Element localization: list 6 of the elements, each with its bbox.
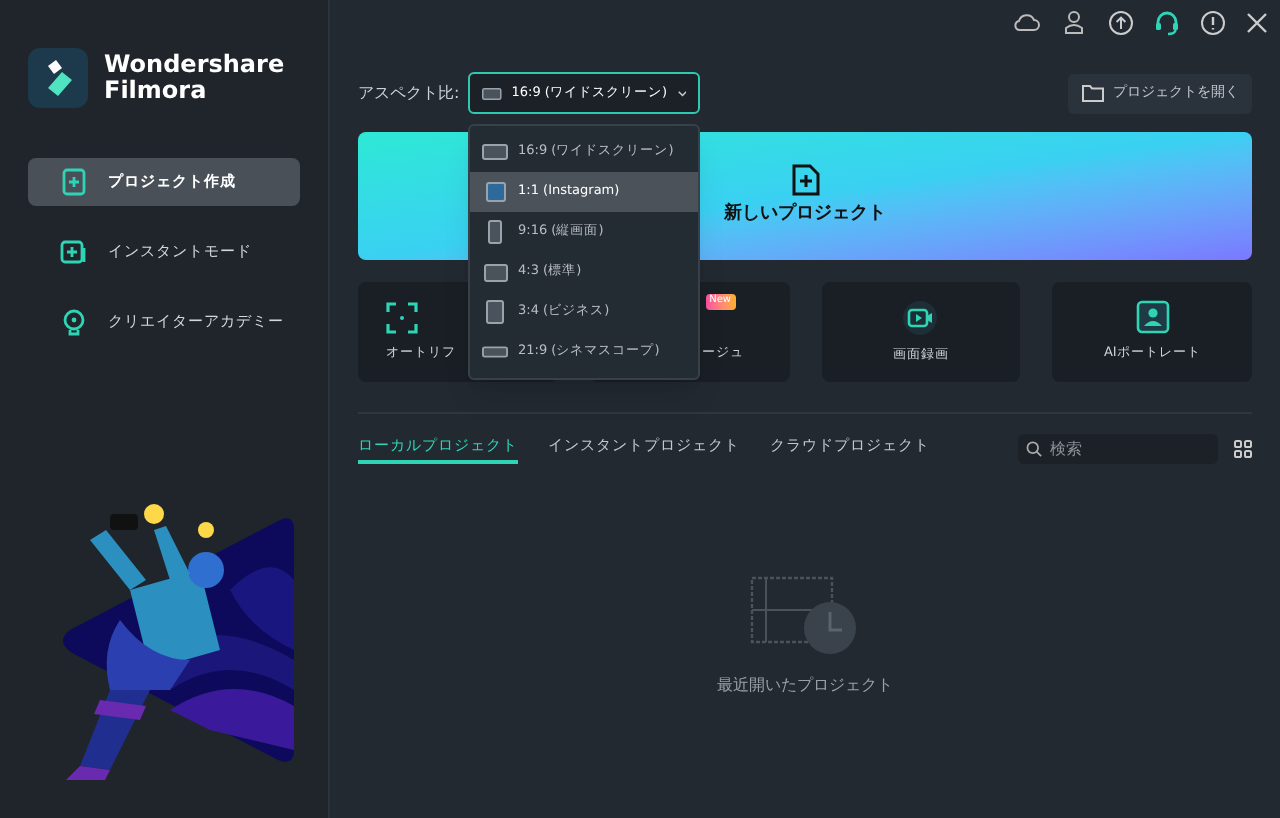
brand-name: Filmora: [104, 78, 209, 104]
search-input[interactable]: 検索: [1050, 437, 1210, 461]
empty-state-text: 最近開いたプロジェクト: [717, 674, 893, 698]
aspect-ratio-label: アスペクト比:: [358, 81, 462, 105]
brand-name: Wondershare: [104, 52, 285, 78]
search-field[interactable]: 検索: [1018, 434, 1218, 464]
